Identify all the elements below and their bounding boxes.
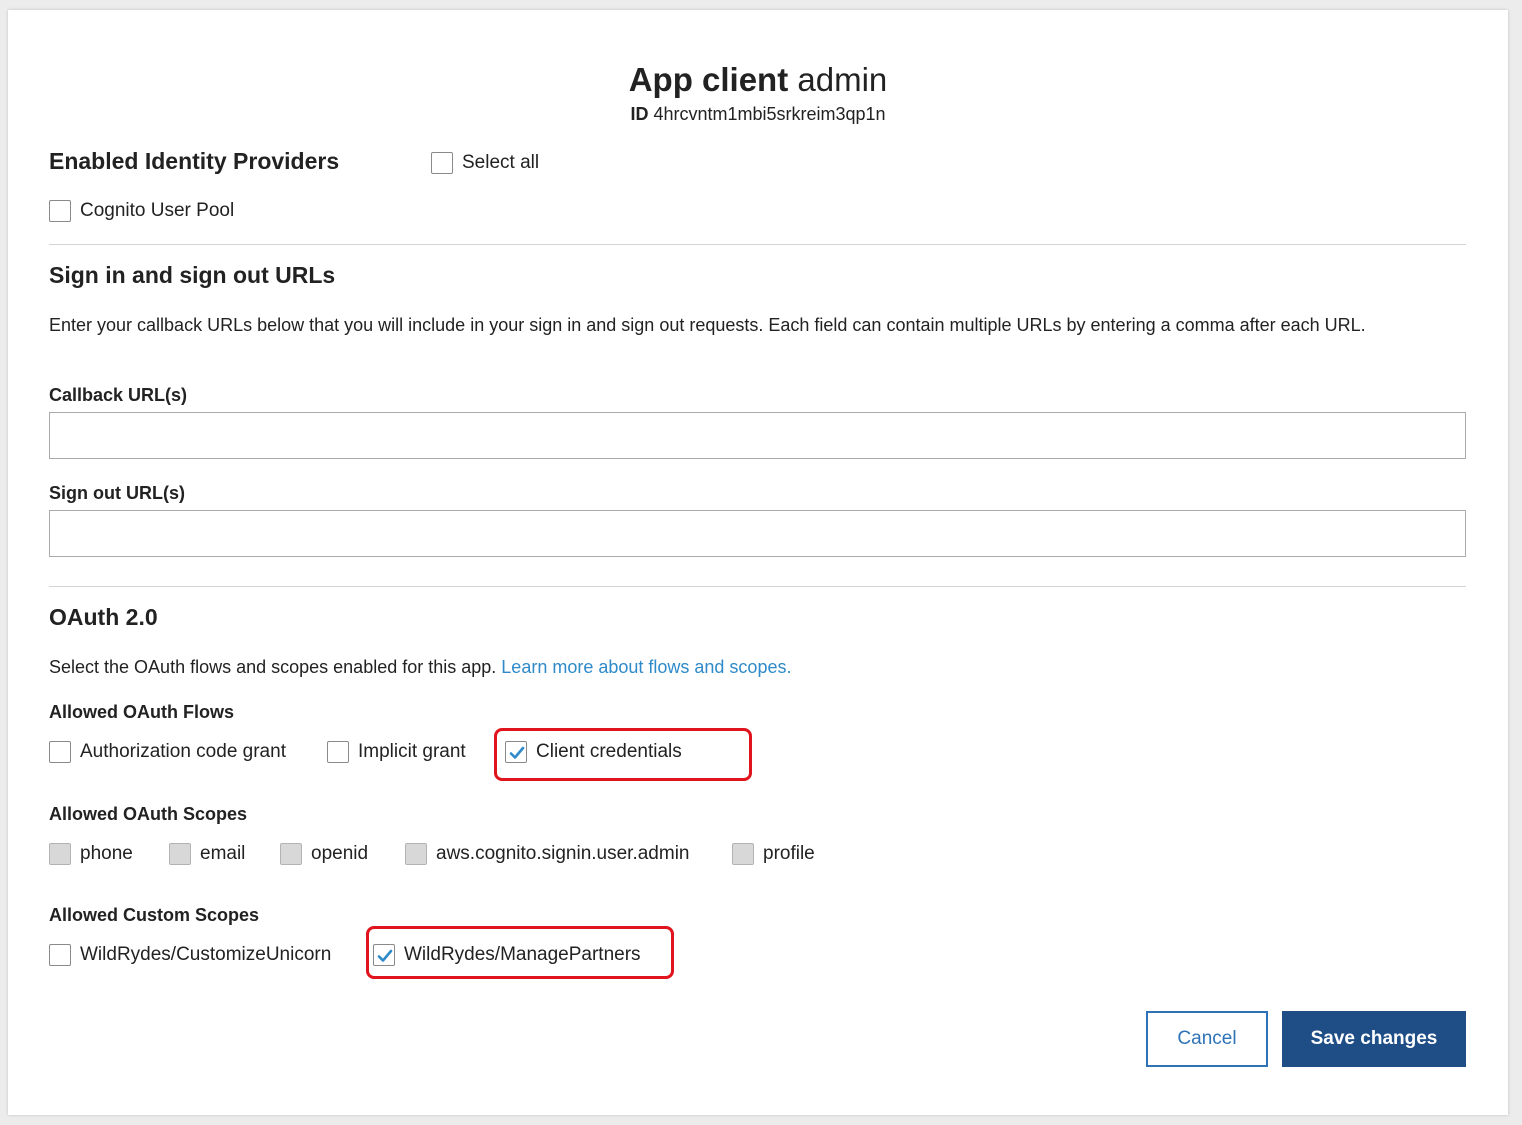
checkbox-icon	[169, 843, 191, 865]
checkbox-icon	[431, 152, 453, 174]
flow-label: Implicit grant	[358, 741, 466, 762]
page-title: App client admin	[8, 60, 1508, 100]
id-label: ID	[630, 104, 649, 124]
checkbox-icon	[405, 843, 427, 865]
allowed-oauth-flows-label: Allowed OAuth Flows	[49, 702, 234, 722]
scope-aws-cognito-signin-user-admin-checkbox[interactable]: aws.cognito.signin.user.admin	[405, 843, 689, 865]
scope-profile-checkbox[interactable]: profile	[732, 843, 815, 865]
oauth-description: Select the OAuth flows and scopes enable…	[49, 655, 791, 680]
signout-url-label: Sign out URL(s)	[49, 483, 185, 503]
scope-email-checkbox[interactable]: email	[169, 843, 245, 865]
cognito-user-pool-checkbox[interactable]: Cognito User Pool	[49, 200, 234, 222]
scope-label: profile	[763, 843, 815, 864]
custom-scope-label: WildRydes/CustomizeUnicorn	[80, 944, 332, 965]
checkbox-icon	[327, 741, 349, 763]
scope-label: openid	[311, 843, 369, 864]
save-changes-button[interactable]: Save changes	[1282, 1011, 1466, 1067]
custom-scope-customizeunicorn-checkbox[interactable]: WildRydes/CustomizeUnicorn	[49, 944, 331, 966]
authorization-code-grant-checkbox[interactable]: Authorization code grant	[49, 741, 286, 763]
section-divider	[49, 586, 1466, 587]
app-client-panel: App client admin ID 4hrcvntm1mbi5srkreim…	[8, 10, 1508, 1115]
scope-phone-checkbox[interactable]: phone	[49, 843, 133, 865]
select-all-checkbox[interactable]: Select all	[431, 152, 539, 174]
scope-label: email	[200, 843, 246, 864]
oauth-description-text: Select the OAuth flows and scopes enable…	[49, 657, 497, 677]
section-divider	[49, 244, 1466, 245]
select-all-label: Select all	[462, 152, 540, 173]
provider-label: Cognito User Pool	[80, 200, 235, 221]
callback-url-input[interactable]	[49, 412, 1466, 459]
urls-description: Enter your callback URLs below that you …	[49, 315, 1366, 335]
learn-more-link[interactable]: Learn more about flows and scopes.	[501, 657, 791, 677]
flow-label: Authorization code grant	[80, 741, 286, 762]
scope-label: phone	[80, 843, 133, 864]
identity-providers-title: Enabled Identity Providers	[49, 148, 340, 174]
oauth-section-title: OAuth 2.0	[49, 604, 158, 630]
manage-partners-highlight	[366, 926, 674, 979]
allowed-custom-scopes-label: Allowed Custom Scopes	[49, 905, 260, 925]
scope-label: aws.cognito.signin.user.admin	[436, 843, 690, 864]
client-credentials-highlight	[494, 728, 752, 781]
callback-url-label: Callback URL(s)	[49, 385, 188, 405]
id-value: 4hrcvntm1mbi5srkreim3qp1n	[653, 104, 886, 124]
scope-openid-checkbox[interactable]: openid	[280, 843, 368, 865]
checkbox-icon	[49, 843, 71, 865]
app-client-id: ID 4hrcvntm1mbi5srkreim3qp1n	[8, 104, 1508, 125]
app-client-name: admin	[797, 61, 888, 98]
title-strong: App client	[628, 61, 789, 98]
implicit-grant-checkbox[interactable]: Implicit grant	[327, 741, 466, 763]
signout-url-input[interactable]	[49, 510, 1466, 557]
checkbox-icon	[732, 843, 754, 865]
checkbox-icon	[49, 200, 71, 222]
checkbox-icon	[280, 843, 302, 865]
urls-section-title: Sign in and sign out URLs	[49, 262, 336, 288]
checkbox-icon	[49, 741, 71, 763]
allowed-oauth-scopes-label: Allowed OAuth Scopes	[49, 804, 248, 824]
checkbox-icon	[49, 944, 71, 966]
cancel-button[interactable]: Cancel	[1146, 1011, 1268, 1067]
